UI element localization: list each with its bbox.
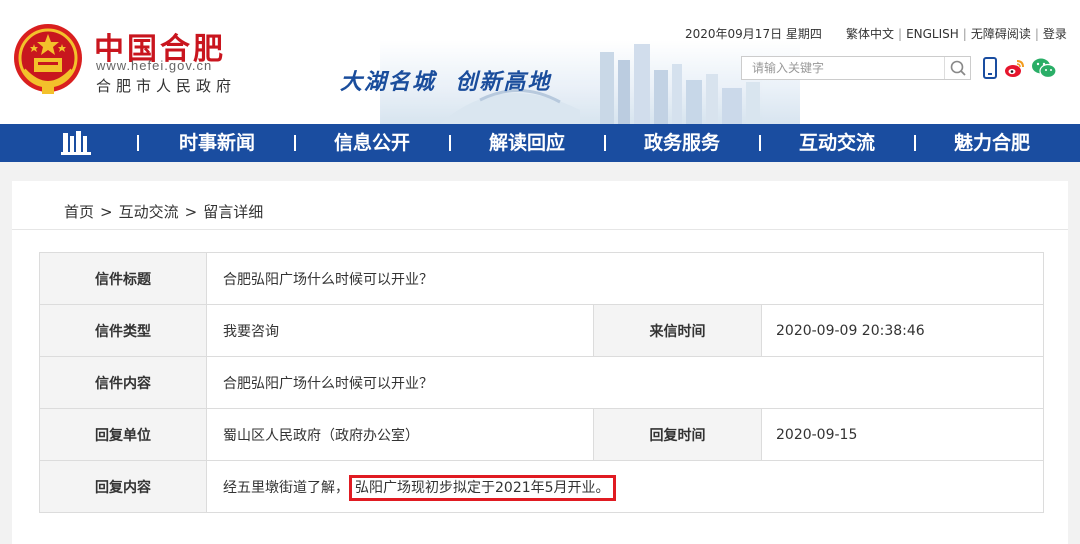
search-box [741, 56, 971, 80]
top-links: 繁体中文 | ENGLISH | 无障碍阅读 | 登录 [846, 25, 1067, 42]
nav-separator [449, 135, 451, 151]
reply-unit-label: 回复单位 [39, 408, 207, 461]
letter-content-label: 信件内容 [39, 356, 207, 409]
reply-content-label: 回复内容 [39, 460, 207, 513]
nav-item-interpretation[interactable]: 解读回应 [457, 124, 597, 162]
table-row: 信件类型 我要咨询 来信时间 2020-09-09 20:38:46 [39, 304, 1045, 357]
link-separator: | [1034, 27, 1039, 41]
nav-item-news[interactable]: 时事新闻 [147, 124, 287, 162]
reply-time-value: 2020-09-15 [760, 408, 1045, 461]
link-english[interactable]: ENGLISH [906, 27, 959, 41]
reply-content-value: 经五里墩街道了解， 弘阳广场现初步拟定于2021年5月开业。 [205, 460, 1045, 513]
nav-separator [759, 135, 761, 151]
nav-item-charm-hefei[interactable]: 魅力合肥 [922, 124, 1062, 162]
breadcrumb-interaction[interactable]: 互动交流 [119, 203, 179, 221]
nav-separator [914, 135, 916, 151]
link-separator: | [962, 27, 967, 41]
table-row: 信件标题 合肥弘阳广场什么时候可以开业？ [39, 252, 1045, 305]
letter-time-label: 来信时间 [593, 304, 762, 357]
reply-unit-value: 蜀山区人民政府（政府办公室） [206, 408, 594, 461]
table-row: 信件内容 合肥弘阳广场什么时候可以开业？ [39, 356, 1045, 409]
site-header: 中国合肥 www.hefei.gov.cn 合肥市人民政府 大湖名城 创新高地 … [0, 0, 1080, 124]
breadcrumb-arrow: > [184, 203, 198, 221]
home-building-icon[interactable] [60, 130, 92, 156]
nav-item-government-services[interactable]: 政务服务 [612, 124, 752, 162]
letter-detail-table: 信件标题 合肥弘阳广场什么时候可以开业？ 信件类型 我要咨询 来信时间 2020… [39, 252, 1045, 513]
national-emblem-icon[interactable] [12, 20, 84, 98]
breadcrumb-home[interactable]: 首页 [64, 203, 94, 221]
letter-type-label: 信件类型 [39, 304, 207, 357]
mobile-icon[interactable] [979, 56, 1001, 80]
nav-separator [137, 135, 139, 151]
search-icon[interactable] [944, 57, 970, 79]
content-panel: 首页 > 互动交流 > 留言详细 信件标题 合肥弘阳广场什么时候可以开业？ 信件类型 我… [12, 181, 1068, 544]
reply-content-highlight: 弘阳广场现初步拟定于2021年5月开业。 [349, 474, 616, 501]
main-nav: 时事新闻 信息公开 解读回应 政务服务 互动交流 魅力合肥 [0, 124, 1080, 162]
letter-content-value: 合肥弘阳广场什么时候可以开业？ [205, 356, 1045, 409]
breadcrumb-current: 留言详细 [203, 203, 264, 221]
link-traditional-chinese[interactable]: 繁体中文 [846, 27, 894, 41]
breadcrumb-divider [12, 229, 1068, 230]
search-input[interactable] [742, 57, 942, 79]
site-subtitle: 合肥市人民政府 [96, 77, 237, 95]
weibo-icon[interactable] [1003, 56, 1025, 80]
site-slogan: 大湖名城 创新高地 [340, 69, 552, 95]
letter-type-value: 我要咨询 [206, 304, 594, 357]
reply-time-label: 回复时间 [593, 408, 762, 461]
current-date: 2020年09月17日 星期四 [685, 27, 822, 41]
breadcrumb: 首页 > 互动交流 > 留言详细 [64, 201, 263, 222]
letter-title-value: 合肥弘阳广场什么时候可以开业？ [205, 252, 1045, 305]
nav-item-interaction[interactable]: 互动交流 [767, 124, 907, 162]
link-login[interactable]: 登录 [1043, 27, 1067, 41]
table-row: 回复单位 蜀山区人民政府（政府办公室） 回复时间 2020-09-15 [39, 408, 1045, 461]
reply-content-prefix: 经五里墩街道了解， [223, 479, 349, 496]
site-url: www.hefei.gov.cn [96, 58, 213, 73]
link-separator: | [898, 27, 903, 41]
breadcrumb-arrow: > [100, 203, 113, 221]
letter-time-value: 2020-09-09 20:38:46 [760, 304, 1045, 357]
nav-separator [604, 135, 606, 151]
nav-item-info-disclosure[interactable]: 信息公开 [302, 124, 442, 162]
table-row: 回复内容 经五里墩街道了解， 弘阳广场现初步拟定于2021年5月开业。 [39, 460, 1045, 513]
wechat-icon[interactable] [1030, 56, 1058, 80]
nav-separator [294, 135, 296, 151]
letter-title-label: 信件标题 [39, 252, 207, 305]
link-accessibility[interactable]: 无障碍阅读 [971, 27, 1031, 41]
